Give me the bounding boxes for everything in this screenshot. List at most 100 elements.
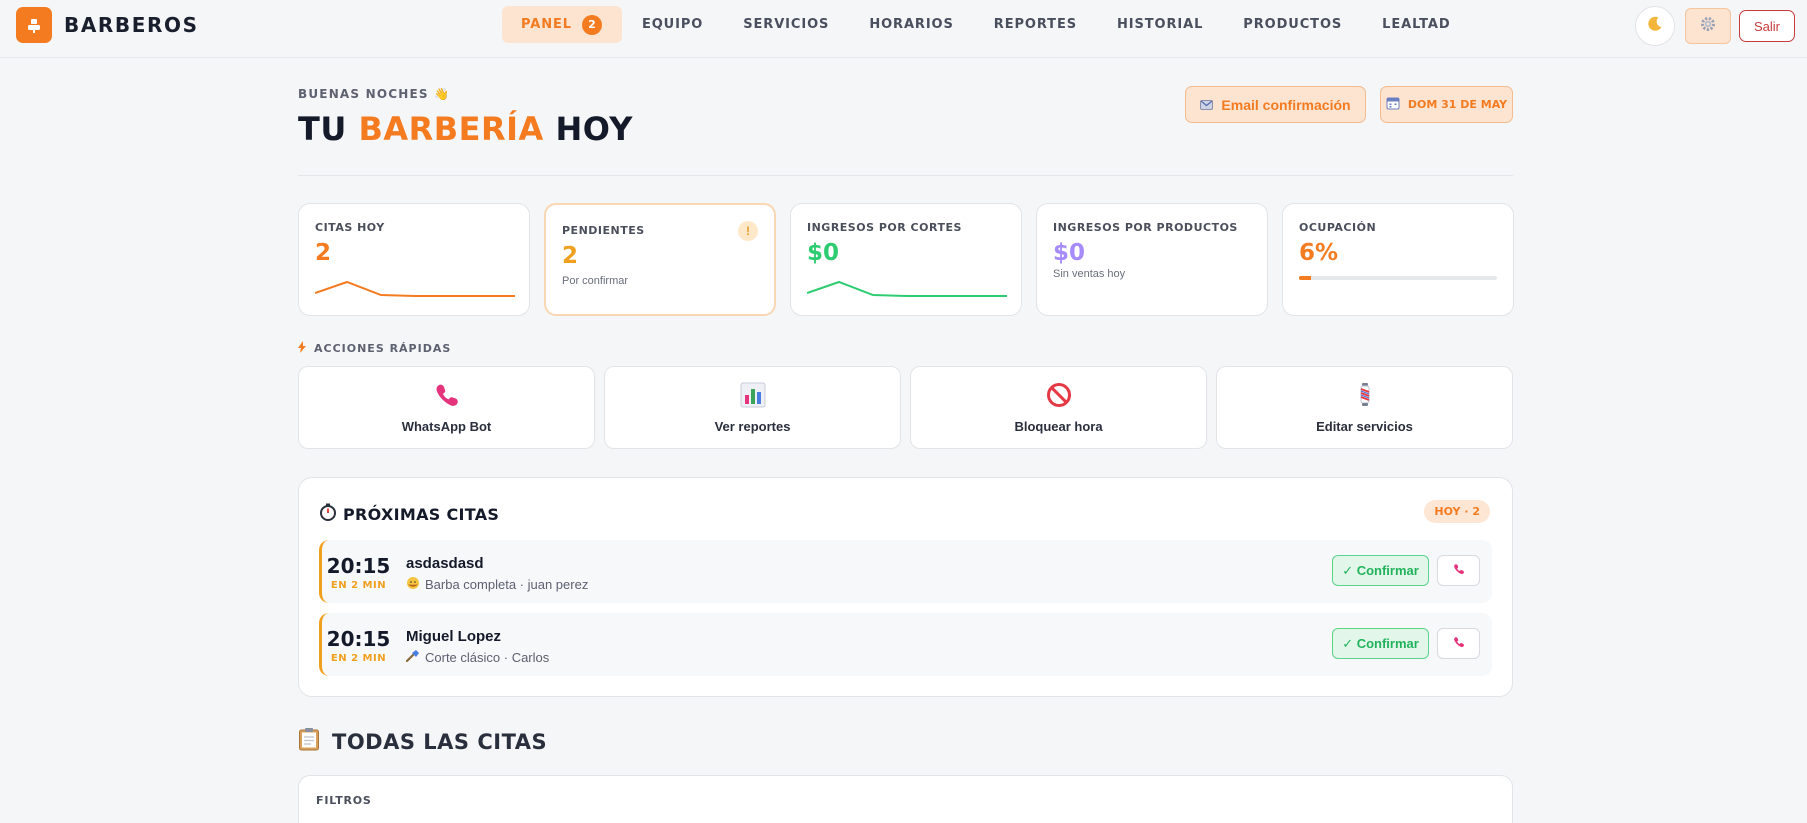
date-button-label: DOM 31 DE MAY	[1407, 98, 1508, 111]
nav-lealtad[interactable]: LEALTAD	[1362, 6, 1470, 43]
stat-card-pendientes: PENDIENTES 2 Por confirmar !	[544, 203, 776, 316]
lightning-icon	[298, 341, 306, 356]
nav-actions: Salir	[1635, 6, 1795, 46]
settings-button[interactable]	[1685, 8, 1731, 44]
stat-value: $0	[1053, 240, 1086, 266]
stat-subtitle: Por confirmar	[562, 275, 629, 287]
call-button[interactable]	[1437, 555, 1480, 586]
beard-icon	[406, 576, 420, 593]
service-label: Barba completa · juan perez	[425, 577, 589, 592]
moon-icon	[1646, 15, 1664, 38]
confirm-button[interactable]: ✓ Confirmar	[1332, 628, 1429, 659]
header-divider	[298, 175, 1513, 176]
today-count-badge: HOY · 2	[1424, 500, 1490, 523]
stat-subtitle: Sin ventas hoy	[1053, 268, 1126, 280]
clipboard-icon	[298, 727, 320, 756]
nav-reportes[interactable]: REPORTES	[974, 6, 1097, 43]
barber-pole-icon	[1352, 382, 1378, 413]
stat-label: INGRESOS POR PRODUCTOS	[1053, 221, 1238, 234]
notification-badge: 2	[581, 14, 602, 35]
stat-value: 2	[315, 240, 332, 266]
email-confirmation-button[interactable]: Email confirmación	[1185, 86, 1366, 123]
appointment-row[interactable]: 20:15 EN 2 MIN Miguel Lopez Corte clásic…	[319, 613, 1492, 676]
nav-productos[interactable]: PRODUCTOS	[1223, 6, 1362, 43]
stat-card-ingresos-productos: INGRESOS POR PRODUCTOS $0 Sin ventas hoy	[1036, 203, 1268, 316]
main-menu: PANEL 2 EQUIPO SERVICIOS HORARIOS REPORT…	[502, 6, 1471, 43]
page-title: TU BARBERÍA HOY	[298, 110, 633, 148]
stopwatch-icon	[319, 503, 337, 525]
all-appointments-title: TODAS LAS CITAS	[298, 727, 547, 756]
quick-action-editar-servicios[interactable]: Editar servicios	[1216, 366, 1513, 449]
title-post: HOY	[543, 110, 633, 148]
appointment-countdown: EN 2 MIN	[330, 653, 387, 664]
appointment-time: 20:15	[326, 554, 391, 578]
filters-label: FILTROS	[316, 794, 372, 807]
progress-fill	[1299, 276, 1311, 280]
appointment-service: Barba completa · juan perez	[406, 576, 588, 593]
email-icon	[1200, 97, 1214, 113]
stat-label: CITAS HOY	[315, 221, 385, 234]
barber-chair-icon	[16, 7, 52, 43]
sparkline-chart	[315, 280, 515, 297]
quick-actions-title: ACCIONES RÁPIDAS	[298, 341, 451, 356]
quick-action-whatsapp-bot[interactable]: WhatsApp Bot	[298, 366, 595, 449]
calendar-icon	[1386, 96, 1400, 113]
date-button[interactable]: DOM 31 DE MAY	[1380, 86, 1513, 123]
stat-card-ingresos-cortes: INGRESOS POR CORTES $0	[790, 203, 1022, 316]
stat-label: PENDIENTES	[562, 224, 645, 237]
stat-card-ocupacion: OCUPACIÓN 6%	[1282, 203, 1514, 316]
panel-title: PRÓXIMAS CITAS	[319, 503, 499, 525]
bar-chart-icon	[740, 382, 766, 413]
nav-label: PANEL	[521, 17, 572, 32]
phone-icon	[1453, 562, 1465, 580]
alert-icon: !	[738, 221, 758, 241]
sparkline-chart	[807, 280, 1007, 297]
nav-historial[interactable]: HISTORIAL	[1097, 6, 1223, 43]
quick-action-label: Bloquear hora	[1014, 418, 1103, 434]
top-navbar: BARBEROS PANEL 2 EQUIPO SERVICIOS HORARI…	[0, 0, 1807, 58]
brand-logo[interactable]: BARBEROS	[16, 7, 199, 43]
filters-panel: FILTROS	[298, 775, 1513, 823]
quick-action-label: WhatsApp Bot	[401, 418, 492, 434]
confirm-button[interactable]: ✓ Confirmar	[1332, 555, 1429, 586]
all-appointments-label: TODAS LAS CITAS	[332, 729, 548, 754]
call-button[interactable]	[1437, 628, 1480, 659]
service-label: Corte clásico · Carlos	[425, 650, 550, 665]
client-name: asdasdasd	[406, 555, 484, 572]
brand-name: BARBEROS	[64, 13, 199, 37]
stat-value: 2	[562, 243, 579, 269]
client-name: Miguel Lopez	[406, 628, 501, 645]
gear-icon	[1699, 15, 1717, 38]
razor-icon	[405, 649, 420, 666]
appointment-row[interactable]: 20:15 EN 2 MIN asdasdasd Barba completa …	[319, 540, 1492, 603]
nav-equipo[interactable]: EQUIPO	[622, 6, 723, 43]
title-pre: TU	[298, 110, 359, 148]
nav-panel[interactable]: PANEL 2	[502, 6, 622, 43]
quick-action-label: Editar servicios	[1316, 418, 1413, 434]
stat-value: $0	[807, 240, 840, 266]
quick-action-ver-reportes[interactable]: Ver reportes	[604, 366, 901, 449]
phone-icon	[1453, 635, 1465, 653]
panel-title-label: PRÓXIMAS CITAS	[343, 504, 500, 524]
phone-icon	[434, 382, 460, 413]
quick-actions-label: ACCIONES RÁPIDAS	[314, 342, 452, 355]
title-accent: BARBERÍA	[358, 110, 544, 148]
appointment-time: 20:15	[326, 627, 391, 651]
appointment-countdown: EN 2 MIN	[330, 580, 387, 591]
stat-card-citas-hoy: CITAS HOY 2	[298, 203, 530, 316]
prohibited-icon	[1046, 382, 1072, 413]
quick-action-label: Ver reportes	[714, 418, 791, 434]
occupancy-progress-bar	[1299, 276, 1497, 280]
nav-servicios[interactable]: SERVICIOS	[723, 6, 849, 43]
appointment-service: Corte clásico · Carlos	[405, 649, 550, 666]
stat-label: OCUPACIÓN	[1299, 221, 1377, 234]
upcoming-appointments-panel: PRÓXIMAS CITAS HOY · 2 20:15 EN 2 MIN as…	[298, 477, 1513, 697]
theme-toggle-button[interactable]	[1635, 6, 1675, 46]
stat-value: 6%	[1299, 240, 1339, 266]
nav-horarios[interactable]: HORARIOS	[849, 6, 973, 43]
logout-button[interactable]: Salir	[1739, 10, 1795, 42]
quick-action-bloquear-hora[interactable]: Bloquear hora	[910, 366, 1207, 449]
email-button-label: Email confirmación	[1221, 96, 1351, 113]
greeting-text: BUENAS NOCHES 👋	[298, 87, 451, 101]
stat-label: INGRESOS POR CORTES	[807, 221, 962, 234]
